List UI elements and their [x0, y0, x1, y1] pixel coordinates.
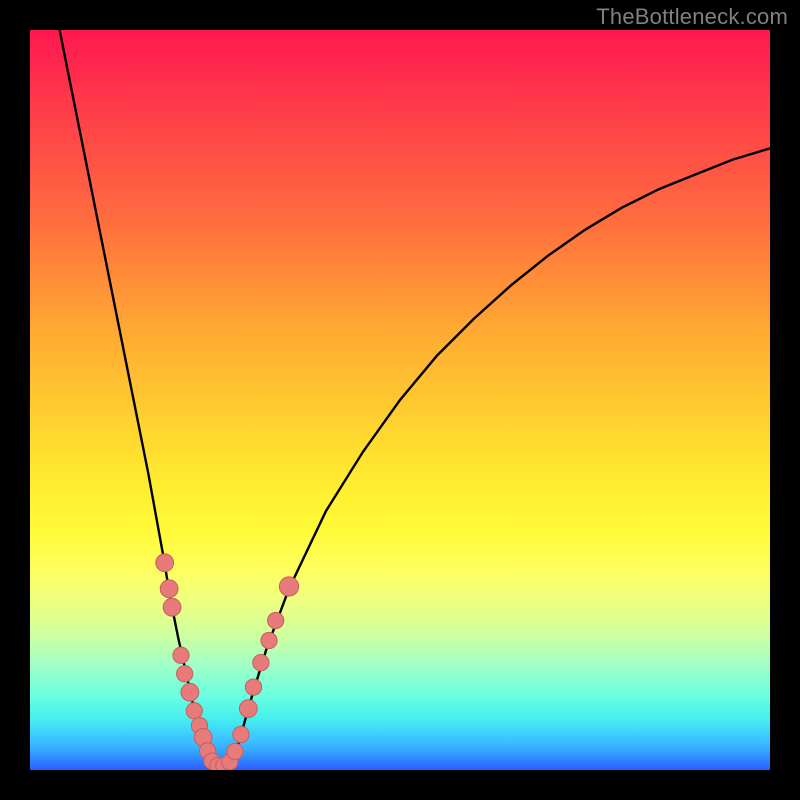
data-marker [181, 683, 199, 701]
data-marker [233, 726, 249, 742]
plot-area [30, 30, 770, 770]
data-marker [268, 612, 284, 628]
data-marker [177, 666, 193, 682]
data-marker [279, 577, 298, 596]
data-marker [227, 743, 243, 759]
data-marker [261, 632, 277, 648]
curve-right [231, 148, 770, 762]
chart-svg [30, 30, 770, 770]
data-marker [239, 700, 257, 718]
data-marker [173, 647, 189, 663]
data-marker [253, 655, 269, 671]
data-marker [163, 598, 181, 616]
data-marker [186, 703, 202, 719]
data-marker [245, 679, 261, 695]
chart-frame: TheBottleneck.com [0, 0, 800, 800]
data-marker [160, 580, 178, 598]
data-markers [156, 554, 299, 770]
watermark-text: TheBottleneck.com [596, 4, 788, 30]
data-marker [156, 554, 174, 572]
